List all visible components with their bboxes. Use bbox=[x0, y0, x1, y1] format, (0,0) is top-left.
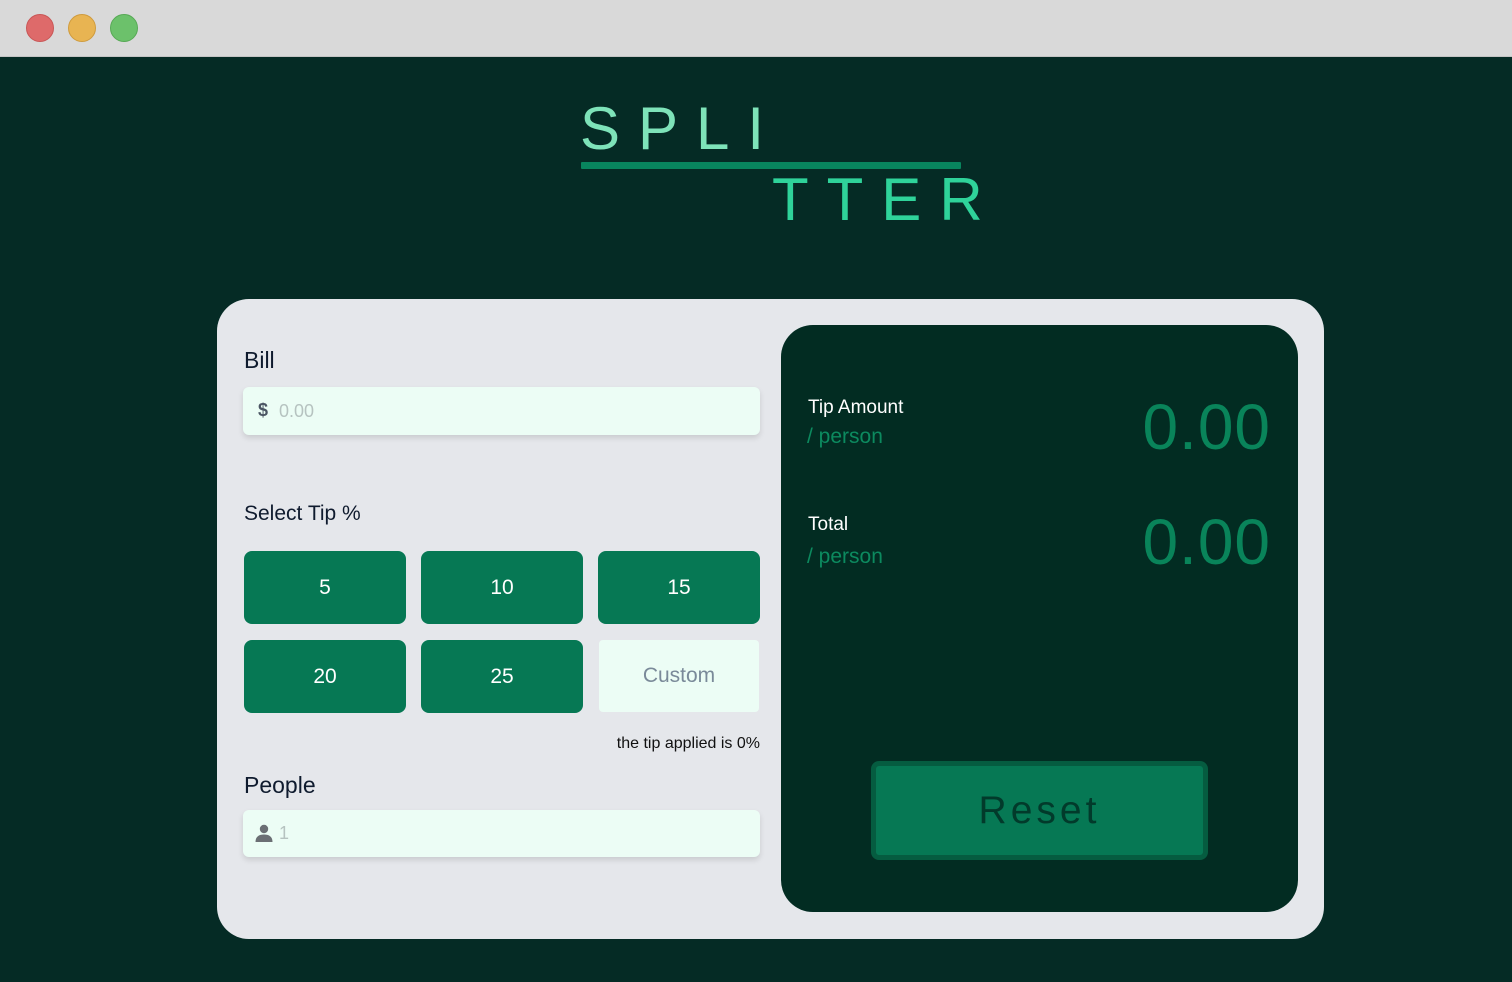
logo-top-text: SPLI bbox=[580, 95, 783, 162]
people-input[interactable] bbox=[279, 810, 749, 857]
select-tip-label: Select Tip % bbox=[244, 502, 361, 525]
splitter-logo: SPLI TTER bbox=[580, 95, 983, 236]
custom-tip-input[interactable]: Custom bbox=[599, 640, 759, 712]
maximize-window-button[interactable] bbox=[110, 14, 138, 42]
tip-10-button[interactable]: 10 bbox=[421, 551, 583, 624]
tip-5-button[interactable]: 5 bbox=[244, 551, 406, 624]
reset-button[interactable]: Reset bbox=[871, 761, 1208, 860]
tip-amount-per-person-label: / person bbox=[807, 425, 883, 448]
logo-bottom-text: TTER bbox=[772, 166, 1001, 233]
bill-label: Bill bbox=[244, 347, 275, 373]
close-window-button[interactable] bbox=[26, 14, 54, 42]
person-icon bbox=[255, 824, 273, 842]
bill-input[interactable] bbox=[279, 387, 749, 435]
dollar-icon: $ bbox=[258, 400, 269, 420]
people-label: People bbox=[244, 772, 316, 798]
bill-field[interactable]: $ bbox=[243, 387, 760, 435]
total-per-person-label: / person bbox=[807, 545, 883, 568]
total-title: Total bbox=[808, 514, 849, 535]
tip-20-button[interactable]: 20 bbox=[244, 640, 406, 713]
tip-applied-note: the tip applied is 0% bbox=[616, 735, 760, 752]
people-field[interactable] bbox=[243, 810, 760, 857]
total-value: 0.00 bbox=[1142, 506, 1271, 578]
tip-15-button[interactable]: 15 bbox=[598, 551, 760, 624]
tip-amount-title: Tip Amount bbox=[808, 397, 904, 418]
calculator-card: Bill $ Select Tip % 5 10 15 20 25 Custom… bbox=[217, 299, 1324, 939]
window-titlebar bbox=[0, 0, 1512, 57]
tip-amount-value: 0.00 bbox=[1142, 391, 1271, 463]
minimize-window-button[interactable] bbox=[68, 14, 96, 42]
tip-25-button[interactable]: 25 bbox=[421, 640, 583, 713]
result-panel: Tip Amount / person 0.00 Total / person … bbox=[781, 325, 1298, 912]
